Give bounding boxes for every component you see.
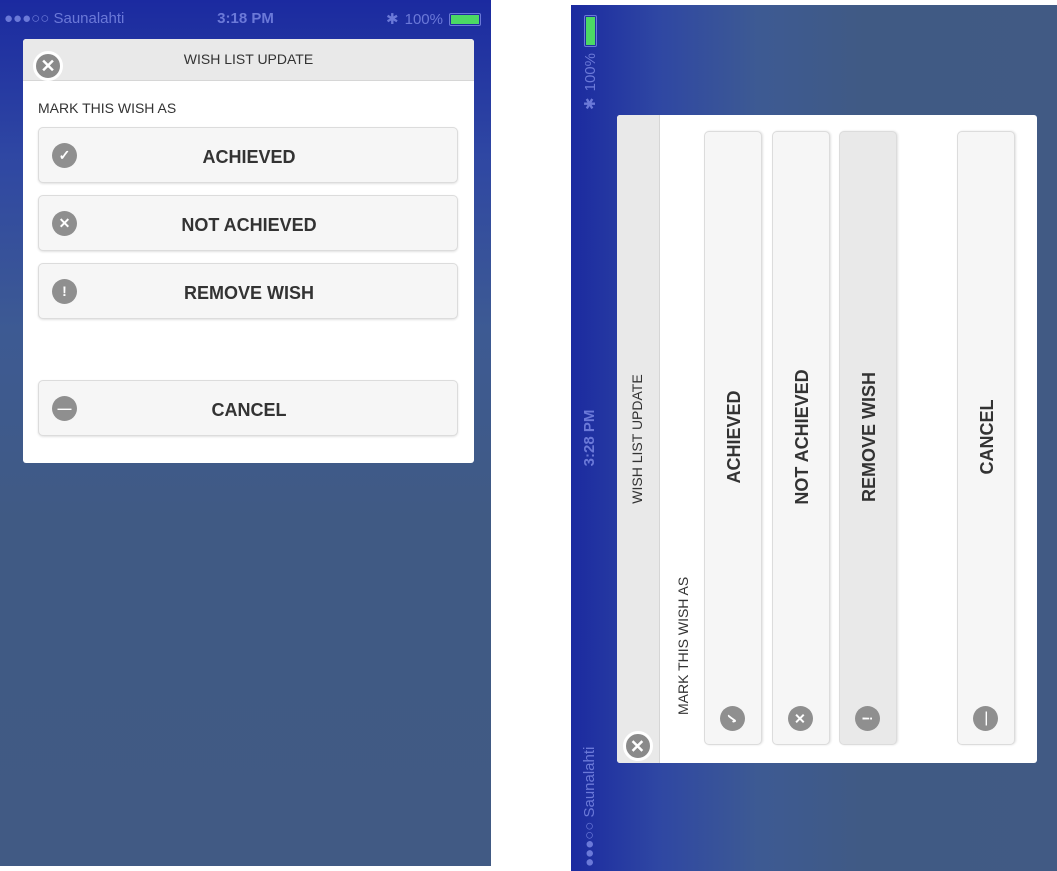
- achieved-label-rotated: ACHIEVED: [724, 390, 744, 484]
- phone-portrait: ●●●○○ Saunalahti 3:18 PM ✱ 100% ✕ WISH L…: [0, 0, 491, 866]
- battery-percent: 100%: [404, 10, 443, 28]
- cancel-button[interactable]: — CANCEL: [38, 380, 458, 436]
- bluetooth-icon: ✱: [386, 11, 399, 28]
- rotated-content: ●●●○○ Saunalahti 3:28 PM ✱ 100% ✕ WISH L…: [571, 5, 1057, 871]
- dialog-header: ✕ WISH LIST UPDATE: [23, 39, 474, 81]
- dialog-header-rotated: ✕ WISH LIST UPDATE: [617, 115, 660, 763]
- remove-wish-button[interactable]: ! REMOVE WISH: [38, 263, 458, 319]
- cancel-label: CANCEL: [211, 400, 287, 420]
- dialog-subtitle: MARK THIS WISH AS: [38, 100, 177, 116]
- cancel-label-rotated: CANCEL: [977, 399, 997, 475]
- clock-rotated: 3:28 PM: [581, 409, 598, 467]
- battery-icon-rotated: [583, 15, 597, 47]
- bluetooth-icon-rotated: ✱: [582, 97, 599, 110]
- battery-icon: [449, 12, 481, 26]
- dialog-subtitle-rotated: MARK THIS WISH AS: [675, 576, 691, 715]
- battery-area-rotated: ✱ 100%: [581, 15, 599, 110]
- remove-wish-label-rotated: REMOVE WISH: [859, 372, 879, 503]
- battery-area: ✱ 100%: [386, 10, 481, 28]
- status-bar: ●●●○○ Saunalahti 3:18 PM ✱ 100%: [0, 0, 491, 38]
- not-achieved-button-rotated[interactable]: ✕ NOT ACHIEVED: [772, 131, 830, 745]
- cancel-button-rotated[interactable]: — CANCEL: [957, 131, 1015, 745]
- not-achieved-label-rotated: NOT ACHIEVED: [792, 369, 812, 505]
- not-achieved-label: NOT ACHIEVED: [181, 215, 317, 235]
- battery-percent-rotated: 100%: [581, 53, 599, 92]
- dialog-title-rotated: WISH LIST UPDATE: [629, 374, 645, 504]
- phone-rotated: ●●●○○ Saunalahti 3:28 PM ✱ 100% ✕ WISH L…: [571, 5, 1057, 871]
- dialog-title: WISH LIST UPDATE: [183, 51, 314, 67]
- achieved-button-rotated[interactable]: ✓ ACHIEVED: [704, 131, 762, 745]
- not-achieved-button[interactable]: ✕ NOT ACHIEVED: [38, 195, 458, 251]
- wish-list-dialog: ✕ WISH LIST UPDATE MARK THIS WISH AS ✓ A…: [23, 39, 474, 463]
- remove-wish-label: REMOVE WISH: [183, 283, 314, 303]
- remove-wish-button-rotated[interactable]: ! REMOVE WISH: [839, 131, 897, 745]
- achieved-button[interactable]: ✓ ACHIEVED: [38, 127, 458, 183]
- status-bar-rotated: ●●●○○ Saunalahti 3:28 PM ✱ 100%: [571, 5, 609, 871]
- achieved-label: ACHIEVED: [202, 147, 296, 167]
- wish-list-dialog-rotated: ✕ WISH LIST UPDATE MARK THIS WISH AS ✓ A…: [617, 115, 1037, 763]
